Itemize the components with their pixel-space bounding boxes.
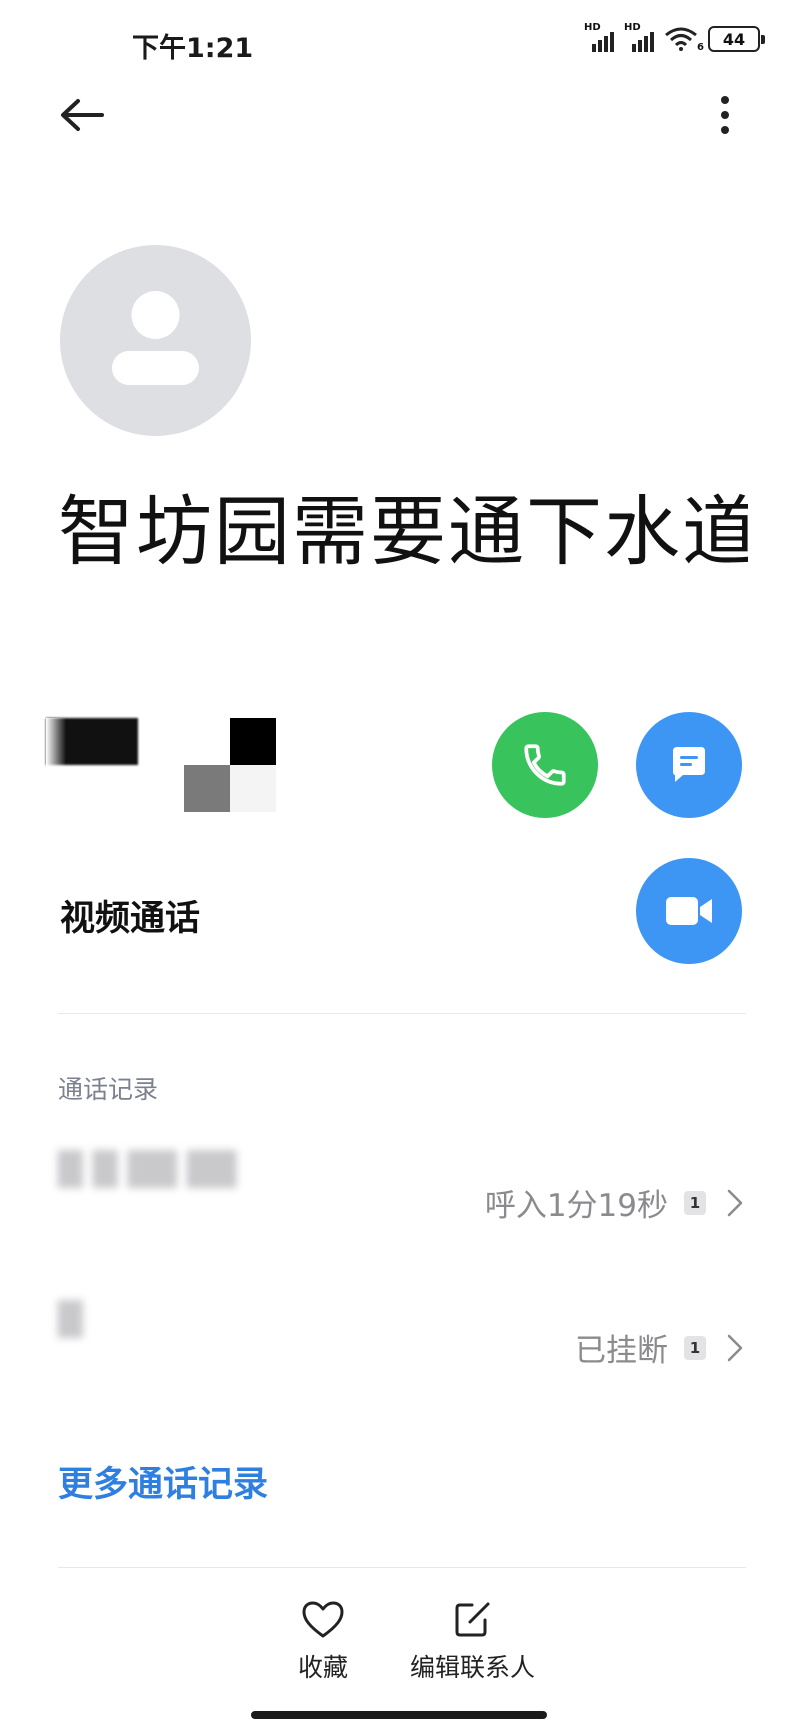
back-button[interactable] (52, 90, 112, 140)
wifi-icon: 6 (664, 27, 704, 53)
edit-contact-label: 编辑联系人 (410, 1653, 536, 1682)
divider (58, 1567, 746, 1568)
status-time: 下午1:21 (132, 33, 254, 64)
phone-number-redacted[interactable] (46, 718, 326, 818)
call-time-redacted: █ █ ██ ██ (58, 1150, 237, 1188)
battery-level: 44 (722, 29, 746, 49)
video-call-label[interactable]: 视频通话 (60, 890, 200, 941)
call-log-row[interactable]: █ 已挂断 1 (58, 1300, 748, 1380)
phone-icon (524, 744, 566, 786)
call-row-right: 已挂断 1 (575, 1325, 748, 1370)
video-camera-icon (666, 897, 712, 925)
call-log-row[interactable]: █ █ ██ ██ 呼入1分19秒 1 (58, 1150, 748, 1230)
cellular-signal-icon: HD (624, 22, 654, 52)
call-time-redacted: █ (58, 1300, 83, 1338)
sim-badge: 1 (684, 1335, 706, 1360)
signal-hd-label: HD (584, 22, 601, 33)
chevron-right-icon (722, 1188, 748, 1218)
favorite-label: 收藏 (298, 1653, 349, 1682)
battery-icon: 44 (708, 26, 765, 52)
chevron-right-icon (722, 1333, 748, 1363)
home-indicator[interactable] (251, 1711, 547, 1719)
more-vertical-icon (721, 96, 729, 134)
video-call-button[interactable] (636, 858, 742, 964)
cellular-signal-icon: HD (584, 22, 614, 52)
more-call-records-link[interactable]: 更多通话记录 (58, 1456, 268, 1507)
call-status: 已挂断 (575, 1333, 668, 1369)
heart-icon (302, 1601, 344, 1638)
divider (58, 1013, 746, 1014)
more-options-button[interactable] (700, 90, 750, 140)
status-bar: 下午1:21 HD HD 6 44 (0, 0, 800, 88)
wifi-6-label: 6 (697, 42, 704, 53)
call-status: 呼入1分19秒 (484, 1188, 668, 1224)
edit-contact-button[interactable]: 编辑联系人 (410, 1600, 535, 1684)
message-button[interactable] (636, 712, 742, 818)
person-placeholder-icon (112, 291, 199, 385)
edit-icon (455, 1602, 489, 1637)
call-button[interactable] (492, 712, 598, 818)
sim-badge: 1 (684, 1190, 706, 1215)
call-log-title: 通话记录 (58, 1075, 159, 1104)
message-icon (673, 747, 705, 782)
arrow-left-icon (61, 99, 104, 131)
contact-name: 智坊园需要通下水道 (58, 487, 748, 576)
signal-hd-label: HD (624, 22, 641, 33)
call-row-right: 呼入1分19秒 1 (485, 1180, 748, 1225)
favorite-button[interactable]: 收藏 (298, 1600, 348, 1684)
contact-detail-screen: 下午1:21 HD HD 6 44 智坊园需要通下水道 视频通话 通话记录 █ … (0, 0, 800, 1733)
contact-avatar (60, 245, 251, 436)
status-icons: HD HD 6 44 (584, 22, 765, 53)
